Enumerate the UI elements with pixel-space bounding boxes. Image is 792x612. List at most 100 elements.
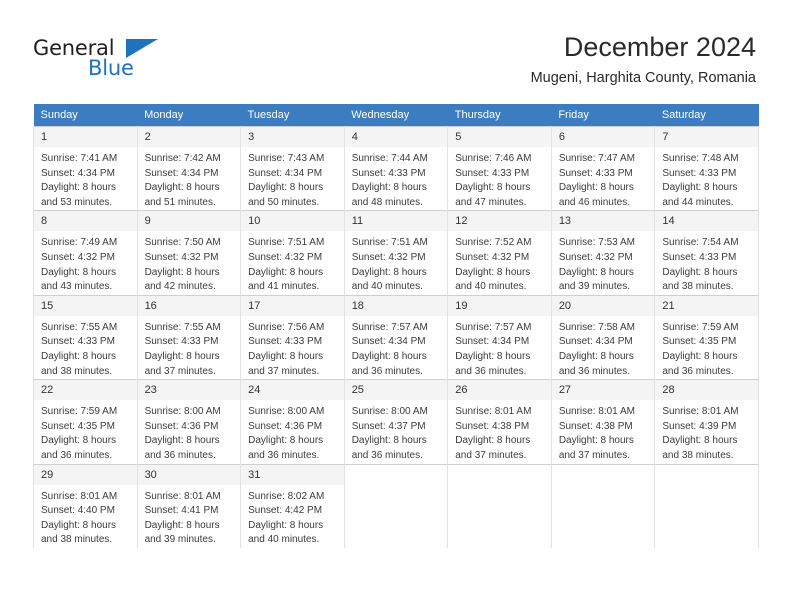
daylight-text-line1: Daylight: 8 hours (248, 435, 324, 447)
sunrise-text: Sunrise: 7:57 AM (351, 321, 428, 333)
sunset-text: Sunset: 4:33 PM (662, 251, 737, 263)
daylight-text-line2: and 36 minutes. (662, 365, 734, 377)
daylight-text-line1: Daylight: 8 hours (558, 350, 634, 362)
calendar-week-row: 1 Sunrise: 7:41 AM Sunset: 4:34 PM Daylight… (33, 125, 759, 211)
daylight-text-line2: and 37 minutes. (248, 365, 320, 377)
daylight-text-line1: Daylight: 8 hours (144, 435, 220, 447)
day-cell-empty (550, 463, 656, 548)
daylight-text-line2: and 36 minutes. (351, 365, 423, 377)
day-cell[interactable]: 25 Sunrise: 8:00 AM Sunset: 4:37 PM Dayligh… (343, 379, 449, 464)
day-cell[interactable]: 20 Sunrise: 7:58 AM Sunset: 4:34 PM Dayligh… (550, 294, 656, 380)
daylight-text-line1: Daylight: 8 hours (351, 350, 427, 362)
daylight-text-line1: Daylight: 8 hours (351, 435, 427, 447)
sunset-text: Sunset: 4:38 PM (558, 420, 633, 432)
sunrise-text: Sunrise: 8:02 AM (248, 490, 325, 502)
day-cell[interactable]: 22 Sunrise: 7:59 AM Sunset: 4:35 PM Dayligh… (33, 379, 138, 464)
day-cell-empty (654, 463, 759, 548)
day-cell[interactable]: 9 Sunrise: 7:50 AM Sunset: 4:32 PM Daylight… (136, 210, 242, 296)
daylight-text-line1: Daylight: 8 hours (351, 266, 427, 278)
day-number: 9 (137, 211, 241, 233)
day-number: 1 (34, 127, 137, 148)
weekday-header-sunday: Sunday (33, 104, 138, 127)
day-cell[interactable]: 12 Sunrise: 7:52 AM Sunset: 4:32 PM Dayligh… (447, 210, 552, 296)
day-cell[interactable]: 6 Sunrise: 7:47 AM Sunset: 4:33 PM Daylight… (550, 125, 656, 211)
day-number: 18 (344, 295, 448, 317)
day-cell[interactable]: 29 Sunrise: 8:01 AM Sunset: 4:40 PM Dayligh… (33, 463, 138, 548)
daylight-text-line1: Daylight: 8 hours (455, 182, 531, 194)
daylight-text-line2: and 36 minutes. (558, 365, 630, 377)
day-number: 5 (448, 127, 551, 148)
day-number: 16 (137, 295, 241, 317)
daylight-text-line1: Daylight: 8 hours (558, 266, 634, 278)
daylight-text-line1: Daylight: 8 hours (558, 182, 634, 194)
daylight-text-line1: Daylight: 8 hours (144, 266, 220, 278)
day-number: 6 (551, 127, 655, 148)
sunrise-text: Sunrise: 7:48 AM (662, 153, 739, 164)
sunrise-text: Sunrise: 8:00 AM (248, 406, 325, 418)
day-number (551, 465, 655, 474)
day-cell-empty (343, 463, 449, 548)
general-blue-logo[interactable]: General Blue (33, 36, 233, 86)
day-number: 7 (655, 127, 758, 148)
day-cell[interactable]: 10 Sunrise: 7:51 AM Sunset: 4:32 PM Dayligh… (240, 210, 345, 296)
daylight-text-line2: and 39 minutes. (558, 281, 630, 293)
sunrise-text: Sunrise: 7:42 AM (144, 153, 221, 164)
day-cell[interactable]: 4 Sunrise: 7:44 AM Sunset: 4:33 PM Daylight… (343, 125, 449, 211)
day-number: 20 (551, 295, 655, 317)
daylight-text-line2: and 47 minutes. (455, 196, 527, 208)
day-cell[interactable]: 8 Sunrise: 7:49 AM Sunset: 4:32 PM Daylight… (33, 210, 138, 296)
day-cell[interactable]: 30 Sunrise: 8:01 AM Sunset: 4:41 PM Dayligh… (136, 463, 242, 548)
sunset-text: Sunset: 4:35 PM (41, 420, 115, 432)
sunset-text: Sunset: 4:34 PM (41, 167, 115, 179)
day-cell[interactable]: 11 Sunrise: 7:51 AM Sunset: 4:32 PM Dayligh… (343, 210, 449, 296)
day-cell[interactable]: 2 Sunrise: 7:42 AM Sunset: 4:34 PM Daylight… (136, 125, 242, 211)
logo-text-blue: Blue (88, 56, 134, 80)
day-cell[interactable]: 19 Sunrise: 7:57 AM Sunset: 4:34 PM Dayligh… (447, 294, 552, 380)
sunset-text: Sunset: 4:32 PM (144, 251, 219, 263)
sunrise-text: Sunrise: 7:49 AM (41, 237, 118, 249)
day-cell[interactable]: 16 Sunrise: 7:55 AM Sunset: 4:33 PM Dayligh… (136, 294, 242, 380)
daylight-text-line1: Daylight: 8 hours (41, 435, 117, 447)
day-cell[interactable]: 17 Sunrise: 7:56 AM Sunset: 4:33 PM Dayligh… (240, 294, 345, 380)
sunrise-text: Sunrise: 7:58 AM (558, 321, 635, 333)
day-number: 23 (137, 380, 241, 402)
day-number: 27 (551, 380, 655, 402)
sunrise-text: Sunrise: 7:50 AM (144, 237, 221, 249)
day-cell[interactable]: 13 Sunrise: 7:53 AM Sunset: 4:32 PM Dayligh… (550, 210, 656, 296)
daylight-text-line2: and 36 minutes. (455, 365, 527, 377)
sunrise-text: Sunrise: 8:01 AM (662, 406, 739, 418)
sunrise-text: Sunrise: 8:01 AM (558, 406, 635, 418)
day-cell[interactable]: 27 Sunrise: 8:01 AM Sunset: 4:38 PM Dayligh… (550, 379, 656, 464)
day-cell[interactable]: 26 Sunrise: 8:01 AM Sunset: 4:38 PM Dayligh… (447, 379, 552, 464)
daylight-text-line2: and 46 minutes. (558, 196, 630, 208)
sunset-text: Sunset: 4:33 PM (558, 167, 633, 179)
day-cell[interactable]: 7 Sunrise: 7:48 AM Sunset: 4:33 PM Daylight… (654, 125, 759, 211)
daylight-text-line1: Daylight: 8 hours (248, 182, 324, 194)
day-cell[interactable]: 21 Sunrise: 7:59 AM Sunset: 4:35 PM Dayligh… (654, 294, 759, 380)
day-cell[interactable]: 28 Sunrise: 8:01 AM Sunset: 4:39 PM Dayligh… (654, 379, 759, 464)
day-cell[interactable]: 14 Sunrise: 7:54 AM Sunset: 4:33 PM Dayligh… (654, 210, 759, 296)
daylight-text-line2: and 53 minutes. (41, 196, 113, 208)
daylight-text-line2: and 36 minutes. (144, 449, 216, 461)
day-cell[interactable]: 18 Sunrise: 7:57 AM Sunset: 4:34 PM Dayligh… (343, 294, 449, 380)
daylight-text-line1: Daylight: 8 hours (351, 182, 427, 194)
sunset-text: Sunset: 4:35 PM (662, 336, 737, 348)
day-cell[interactable]: 23 Sunrise: 8:00 AM Sunset: 4:36 PM Dayligh… (136, 379, 242, 464)
sunrise-text: Sunrise: 7:46 AM (455, 153, 532, 164)
day-number: 24 (241, 380, 344, 402)
day-cell[interactable]: 5 Sunrise: 7:46 AM Sunset: 4:33 PM Daylight… (447, 125, 552, 211)
day-cell[interactable]: 1 Sunrise: 7:41 AM Sunset: 4:34 PM Daylight… (33, 125, 138, 211)
day-cell[interactable]: 15 Sunrise: 7:55 AM Sunset: 4:33 PM Dayligh… (33, 294, 138, 380)
day-cell[interactable]: 3 Sunrise: 7:43 AM Sunset: 4:34 PM Daylight… (240, 125, 345, 211)
day-number: 17 (241, 295, 344, 317)
daylight-text-line2: and 36 minutes. (351, 449, 423, 461)
day-cell[interactable]: 24 Sunrise: 8:00 AM Sunset: 4:36 PM Dayligh… (240, 379, 345, 464)
day-cell[interactable]: 31 Sunrise: 8:02 AM Sunset: 4:42 PM Dayligh… (240, 463, 345, 548)
sunset-text: Sunset: 4:38 PM (455, 420, 530, 432)
sunrise-text: Sunrise: 8:00 AM (144, 406, 221, 418)
sunrise-text: Sunrise: 7:51 AM (248, 237, 325, 249)
sunset-text: Sunset: 4:34 PM (455, 336, 530, 348)
daylight-text-line1: Daylight: 8 hours (41, 519, 117, 531)
day-number: 3 (241, 127, 344, 148)
day-number: 12 (448, 211, 551, 233)
